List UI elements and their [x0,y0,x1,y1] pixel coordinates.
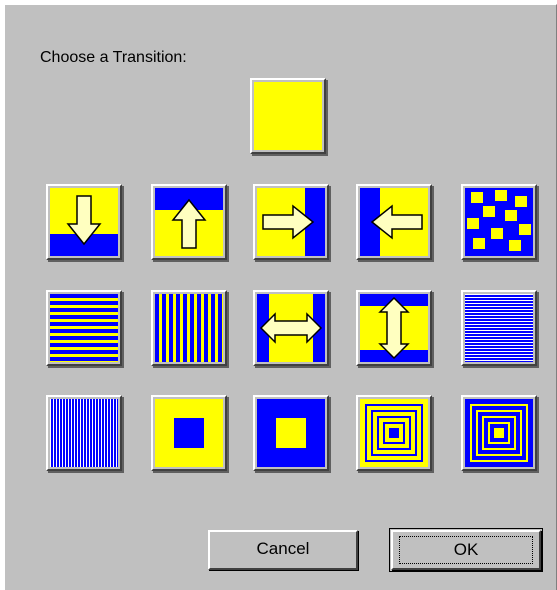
wipe-right-icon [257,188,325,256]
ok-button[interactable]: OK [389,528,543,572]
transition-concentric-in[interactable] [356,395,432,471]
transition-fine-horizontal[interactable] [461,290,537,366]
horizontal-blinds-icon [50,294,118,362]
solid-yellow-icon [254,82,322,150]
vertical-blinds-icon [155,294,223,362]
random-squares-icon [465,188,533,256]
wipe-up-icon [155,188,223,256]
transition-box-out[interactable] [253,395,329,471]
box-in-icon [155,399,223,467]
transition-wipe-down[interactable] [46,184,122,260]
transition-solid[interactable] [250,78,326,154]
cancel-button[interactable]: Cancel [208,530,358,570]
concentric-squares-in-icon [360,399,428,467]
fine-horizontal-lines-icon [465,294,533,362]
concentric-squares-out-icon [465,399,533,467]
transition-box-in[interactable] [151,395,227,471]
transition-random-squares[interactable] [461,184,537,260]
transition-wipe-left[interactable] [356,184,432,260]
split-horizontal-out-icon [257,294,325,362]
split-vertical-out-icon [360,294,428,362]
transition-concentric-out[interactable] [461,395,537,471]
box-out-icon [257,399,325,467]
wipe-left-icon [360,188,428,256]
transition-wipe-up[interactable] [151,184,227,260]
transition-split-horizontal[interactable] [253,290,329,366]
wipe-down-icon [50,188,118,256]
transition-fine-vertical[interactable] [46,395,122,471]
transition-wipe-right[interactable] [253,184,329,260]
transition-dialog: Choose a Transition: Cancel OK [4,4,557,590]
dialog-prompt: Choose a Transition: [40,49,187,66]
transition-horizontal-blinds[interactable] [46,290,122,366]
transition-split-vertical[interactable] [356,290,432,366]
cancel-button-label: Cancel [256,539,310,558]
fine-vertical-lines-icon [50,399,118,467]
transition-vertical-blinds[interactable] [151,290,227,366]
ok-button-label: OK [399,536,533,564]
